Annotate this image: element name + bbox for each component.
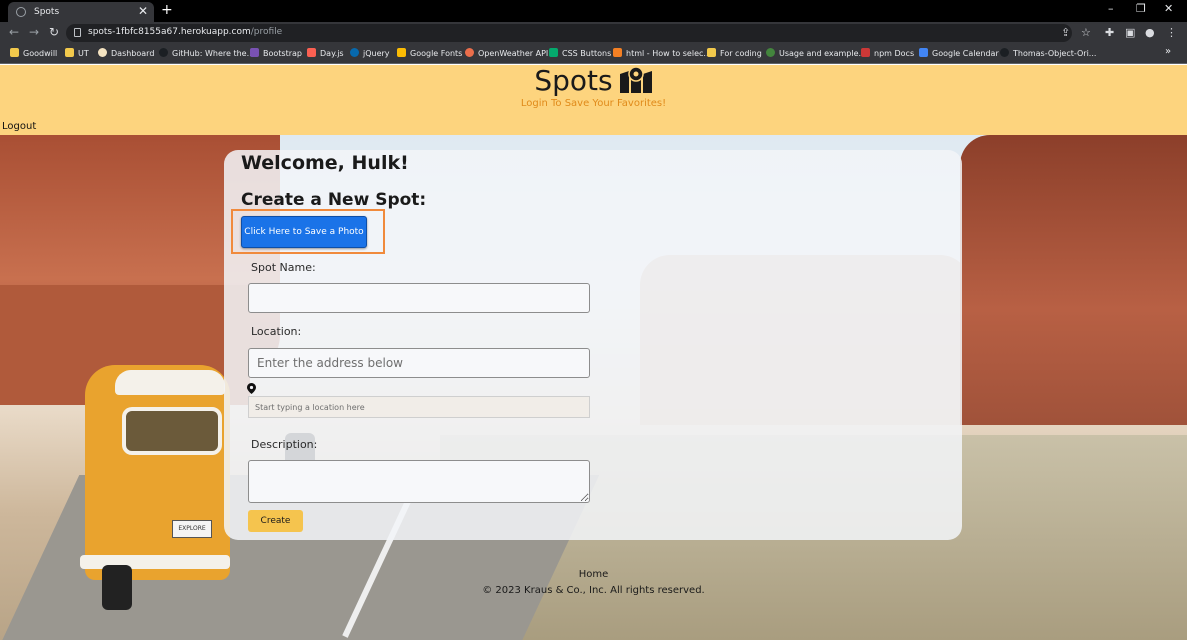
- welcome-heading: Welcome, Hulk!: [241, 152, 409, 174]
- url-path: /profile: [250, 27, 283, 37]
- home-link[interactable]: Home: [0, 569, 1187, 580]
- bookmark-item[interactable]: Goodwill: [10, 48, 57, 58]
- save-photo-button[interactable]: Click Here to Save a Photo: [241, 216, 367, 248]
- github-icon: [159, 48, 168, 57]
- site-title: Spots: [0, 65, 1187, 97]
- new-tab-button[interactable]: +: [161, 2, 173, 18]
- folder-icon: [707, 48, 716, 57]
- url-input[interactable]: spots-1fbfc8155a67.herokuapp.com/profile: [66, 24, 1072, 42]
- site-header: Spots Login To Save Your Favorites! Logo…: [0, 65, 1187, 135]
- description-label: Description:: [251, 438, 318, 451]
- google-calendar-icon: [919, 48, 928, 57]
- spot-name-label: Spot Name:: [251, 261, 316, 274]
- logout-link[interactable]: Logout: [2, 121, 36, 132]
- dayjs-icon: [307, 48, 316, 57]
- create-button[interactable]: Create: [248, 510, 303, 532]
- location-label: Location:: [251, 325, 302, 338]
- reload-icon[interactable]: ↻: [49, 25, 59, 39]
- license-plate: EXPLORE: [172, 520, 212, 538]
- github-icon: [1000, 48, 1009, 57]
- bookmark-item[interactable]: Day.js: [307, 48, 344, 58]
- extensions-icon[interactable]: ✚: [1105, 26, 1114, 39]
- share-icon[interactable]: ⇪: [1061, 26, 1070, 39]
- bookmark-star-icon[interactable]: ☆: [1081, 26, 1091, 39]
- address-bar: ← → ↻ spots-1fbfc8155a67.herokuapp.com/p…: [0, 22, 1187, 44]
- close-tab-icon[interactable]: ✕: [138, 4, 148, 18]
- bookmark-item[interactable]: html - How to selec...: [613, 48, 711, 58]
- bookmark-item[interactable]: Bootstrap: [250, 48, 302, 58]
- stackoverflow-icon: [613, 48, 622, 57]
- bookmark-item[interactable]: Google Calendar: [919, 48, 999, 58]
- folder-icon: [10, 48, 19, 57]
- bookmark-item[interactable]: Dashboard: [98, 48, 154, 58]
- side-panel-icon[interactable]: ▣: [1125, 26, 1135, 39]
- bookmark-item[interactable]: jQuery: [350, 48, 390, 58]
- bookmark-item[interactable]: Google Fonts: [397, 48, 462, 58]
- bookmark-item[interactable]: UT: [65, 48, 89, 58]
- van-window: [122, 407, 222, 455]
- spot-name-input[interactable]: [248, 283, 590, 313]
- location-input[interactable]: [248, 348, 590, 378]
- profile-icon[interactable]: ●: [1145, 26, 1155, 39]
- bookmark-item[interactable]: Usage and example...: [766, 48, 866, 58]
- copyright-text: © 2023 Kraus & Co., Inc. All rights rese…: [482, 585, 705, 596]
- close-window-button[interactable]: ✕: [1164, 2, 1173, 15]
- more-bookmarks-button[interactable]: »: [1165, 46, 1171, 57]
- globe-icon: [16, 7, 26, 17]
- browser-tab[interactable]: Spots ✕: [8, 2, 154, 22]
- url-host: spots-1fbfc8155a67.herokuapp.com: [88, 27, 251, 37]
- bookmarks-bar: Goodwill UT Dashboard GitHub: Where the.…: [0, 44, 1187, 64]
- jquery-icon: [350, 48, 359, 57]
- menu-kebab-icon[interactable]: ⋮: [1166, 26, 1177, 39]
- bookmark-item[interactable]: npm Docs: [861, 48, 914, 58]
- create-spot-heading: Create a New Spot:: [241, 190, 427, 210]
- nodejs-icon: [766, 48, 775, 57]
- dashboard-icon: [98, 48, 107, 57]
- bookmark-item[interactable]: OpenWeather API: [465, 48, 548, 58]
- location-pin-icon: [247, 383, 256, 394]
- back-arrow-icon[interactable]: ←: [9, 25, 19, 39]
- description-textarea[interactable]: [248, 460, 590, 503]
- google-fonts-icon: [397, 48, 406, 57]
- map-location-icon: [619, 66, 652, 93]
- bookmark-item[interactable]: For coding: [707, 48, 762, 58]
- bookmark-item[interactable]: CSS Buttons: [549, 48, 611, 58]
- restore-button[interactable]: ❐: [1136, 2, 1146, 15]
- van: [85, 365, 230, 580]
- npm-icon: [861, 48, 870, 57]
- forward-arrow-icon[interactable]: →: [29, 25, 39, 39]
- site-title-text: Spots: [534, 64, 613, 97]
- login-prompt: Login To Save Your Favorites!: [520, 98, 667, 109]
- tab-title: Spots: [34, 7, 60, 17]
- minimize-button[interactable]: –: [1108, 2, 1114, 15]
- bookmark-item[interactable]: Thomas-Object-Ori...: [1000, 48, 1096, 58]
- openweather-icon: [465, 48, 474, 57]
- location-autocomplete-input[interactable]: [248, 396, 590, 418]
- w3schools-icon: [549, 48, 558, 57]
- lock-icon: [74, 28, 81, 37]
- bootstrap-icon: [250, 48, 259, 57]
- van-roof: [115, 370, 225, 395]
- bookmark-item[interactable]: GitHub: Where the...: [159, 48, 254, 58]
- browser-tab-bar: Spots ✕ + – ❐ ✕: [0, 0, 1187, 22]
- rock-formation: [960, 135, 1187, 425]
- folder-icon: [65, 48, 74, 57]
